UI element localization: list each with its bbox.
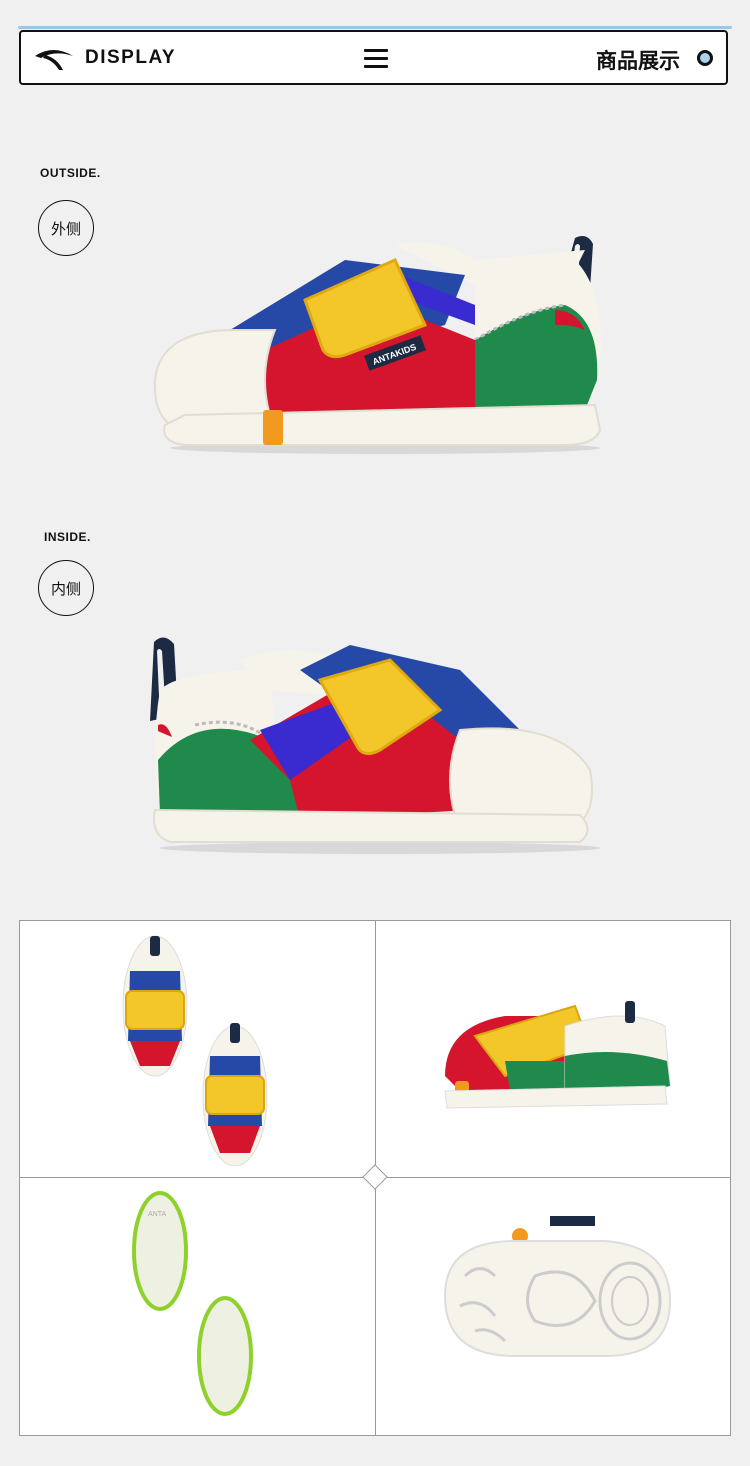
outside-badge: 外侧: [38, 200, 94, 256]
gallery-grid: ANTA: [19, 920, 731, 1436]
inside-badge: 内侧: [38, 560, 94, 616]
insoles-image: ANTA: [132, 1191, 253, 1416]
shoe-inside-image: [150, 637, 600, 854]
outsole-image: [443, 1216, 672, 1357]
outside-label: OUTSIDE.: [40, 166, 101, 180]
inside-label: INSIDE.: [44, 530, 91, 544]
status-dot-icon: [697, 50, 713, 66]
shoes-top-view-image: [122, 935, 268, 1166]
page-title: 商品展示: [596, 49, 680, 73]
insole-brand: ANTA: [148, 1211, 166, 1218]
hamburger-menu-icon[interactable]: [364, 49, 388, 69]
grid-center-diamond: [362, 1164, 388, 1190]
shoe-outside-image: ANTAKIDS: [153, 236, 602, 454]
top-accent-line: [18, 26, 732, 29]
header-bar: DISPLAY 商品展示: [19, 30, 728, 85]
shoes-back-view-image: [444, 1001, 671, 1109]
anta-logo-icon[interactable]: [33, 46, 75, 72]
brand-title: DISPLAY: [85, 47, 177, 68]
